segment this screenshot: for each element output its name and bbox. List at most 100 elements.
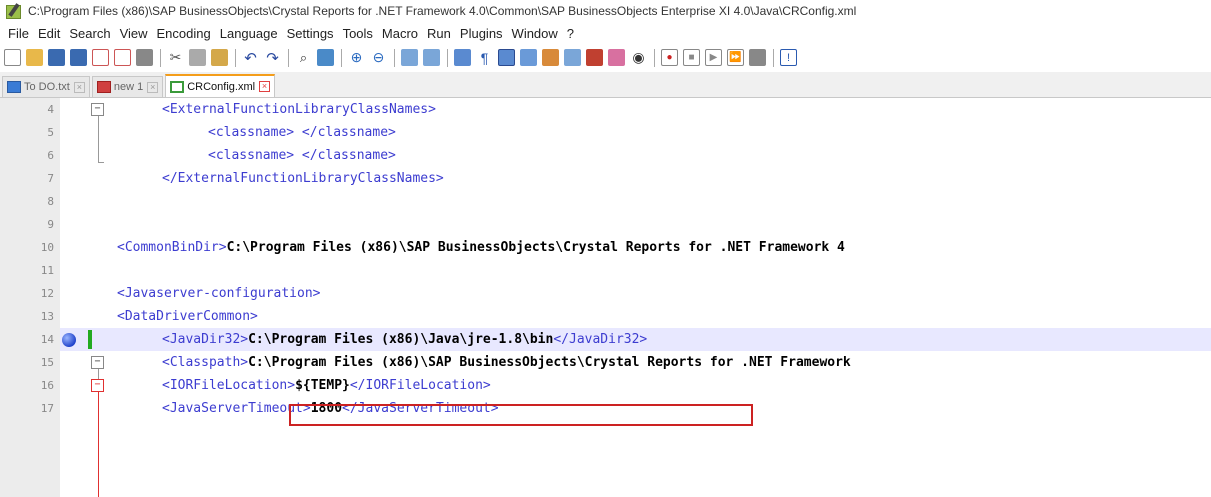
sync-vertical-icon[interactable] (401, 49, 418, 66)
code-line: 9 (0, 213, 1211, 236)
tab-crconfig[interactable]: CRConfig.xml × (165, 74, 276, 97)
new-file-icon[interactable] (4, 49, 21, 66)
code-text: <Javaserver-configuration> (117, 282, 321, 305)
code-text: <Classpath>C:\Program Files (x86)\SAP Bu… (162, 351, 851, 374)
menu-encoding[interactable]: Encoding (157, 26, 211, 41)
annotation-highlight-box (289, 404, 753, 426)
line-number: 5 (47, 126, 54, 139)
xml-tag: </JavaDir32> (553, 332, 648, 347)
paste-icon[interactable] (211, 49, 228, 66)
find-icon[interactable]: ⌕ (295, 49, 312, 66)
xml-tag: <classname> (208, 125, 295, 140)
menu-settings[interactable]: Settings (287, 26, 334, 41)
close-file-icon[interactable] (92, 49, 109, 66)
tab-label: CRConfig.xml (187, 80, 256, 93)
tab-todo[interactable]: To DO.txt × (2, 76, 90, 97)
code-line-current: 14 <JavaDir32>C:\Program Files (x86)\Jav… (0, 328, 1211, 351)
menu-macro[interactable]: Macro (382, 26, 418, 41)
line-number: 10 (40, 241, 54, 254)
line-number: 11 (40, 264, 54, 277)
sync-horizontal-icon[interactable] (423, 49, 440, 66)
unsaved-file-icon (96, 81, 111, 93)
cut-icon[interactable]: ✂ (167, 49, 184, 66)
xml-tag: <classname> (208, 148, 295, 163)
toolbar-separator (160, 48, 161, 67)
code-line: 4 <ExternalFunctionLibraryClassNames> (0, 98, 1211, 121)
xml-tag: <DataDriverCommon> (117, 309, 258, 324)
menu-search[interactable]: Search (69, 26, 110, 41)
toolbar-separator (654, 48, 655, 67)
doc-map-icon[interactable] (564, 49, 581, 66)
line-number: 8 (47, 195, 54, 208)
close-icon[interactable]: × (147, 81, 159, 93)
line-number: 14 (0, 328, 60, 351)
xml-tag: <Classpath> (162, 355, 249, 370)
menu-window[interactable]: Window (512, 26, 558, 41)
plugin-icon[interactable]: ! (780, 49, 797, 66)
code-text: <JavaDir32>C:\Program Files (x86)\Java\j… (162, 328, 647, 351)
folder-workspace-icon[interactable] (586, 49, 603, 66)
print-icon[interactable] (136, 49, 153, 66)
xml-text (294, 148, 302, 163)
tab-label: new 1 (113, 81, 144, 93)
doc-switcher-icon[interactable] (608, 49, 625, 66)
redo-icon[interactable]: ↷ (264, 49, 281, 67)
toolbar-separator (235, 48, 236, 67)
code-text: <classname> </classname> (208, 121, 396, 144)
zoom-in-icon[interactable]: ⊕ (348, 49, 365, 66)
menu-view[interactable]: View (120, 26, 148, 41)
close-all-icon[interactable] (114, 49, 131, 66)
xml-text: C:\Program Files (x86)\SAP BusinessObjec… (226, 240, 845, 255)
tab-new-1[interactable]: new 1 × (91, 76, 164, 97)
undo-icon[interactable]: ↶ (242, 49, 259, 67)
menu-run[interactable]: Run (427, 26, 451, 41)
line-number: 13 (40, 310, 54, 323)
define-language-icon[interactable] (520, 49, 537, 66)
editor[interactable]: − − − 4 <ExternalFunctionLibraryClassNam… (0, 98, 1211, 497)
line-number: 16 (40, 379, 54, 392)
monitoring-icon[interactable]: ◉ (630, 49, 647, 66)
record-macro-icon[interactable]: ● (661, 49, 678, 66)
toolbar-separator (341, 48, 342, 67)
open-folder-icon[interactable] (26, 49, 43, 66)
close-icon[interactable]: × (259, 81, 271, 92)
menu-edit[interactable]: Edit (38, 26, 60, 41)
xml-tag: <JavaDir32> (162, 332, 249, 347)
show-all-characters-icon[interactable]: ¶ (476, 49, 493, 66)
toolbar-separator (394, 48, 395, 67)
zoom-out-icon[interactable]: ⊖ (370, 49, 387, 66)
indent-guide-icon[interactable] (498, 49, 515, 66)
code-line: 11 (0, 259, 1211, 282)
save-macro-icon[interactable] (749, 49, 766, 66)
word-wrap-icon[interactable] (454, 49, 471, 66)
copy-icon[interactable] (189, 49, 206, 66)
change-history-mark (88, 330, 92, 349)
toolbar-separator (773, 48, 774, 67)
menu-file[interactable]: File (8, 26, 29, 41)
xml-tag: <Javaserver-configuration> (117, 286, 321, 301)
function-list-icon[interactable] (542, 49, 559, 66)
line-number: 7 (47, 172, 54, 185)
close-icon[interactable]: × (73, 81, 85, 93)
toolbar-separator (447, 48, 448, 67)
save-icon[interactable] (48, 49, 65, 66)
stop-macro-icon[interactable]: ■ (683, 49, 700, 66)
xml-text: C:\Program Files (x86)\SAP BusinessObjec… (248, 355, 851, 370)
save-all-icon[interactable] (70, 49, 87, 66)
menu-plugins[interactable]: Plugins (460, 26, 503, 41)
menu-help[interactable]: ? (567, 26, 574, 41)
code-line: 10 <CommonBinDir>C:\Program Files (x86)\… (0, 236, 1211, 259)
replace-icon[interactable] (317, 49, 334, 66)
run-macro-multiple-icon[interactable]: ⏩ (727, 49, 744, 66)
bookmark-icon[interactable] (62, 333, 76, 347)
code-line: 5 <classname> </classname> (0, 121, 1211, 144)
window-title: C:\Program Files (x86)\SAP BusinessObjec… (28, 4, 857, 18)
play-macro-icon[interactable]: ▶ (705, 49, 722, 66)
menu-language[interactable]: Language (220, 26, 278, 41)
code-line: 16 <IORFileLocation>${TEMP}</IORFileLoca… (0, 374, 1211, 397)
xml-text (294, 125, 302, 140)
line-number: 9 (47, 218, 54, 231)
file-icon (7, 81, 21, 93)
menu-tools[interactable]: Tools (343, 26, 373, 41)
file-icon (170, 80, 185, 93)
